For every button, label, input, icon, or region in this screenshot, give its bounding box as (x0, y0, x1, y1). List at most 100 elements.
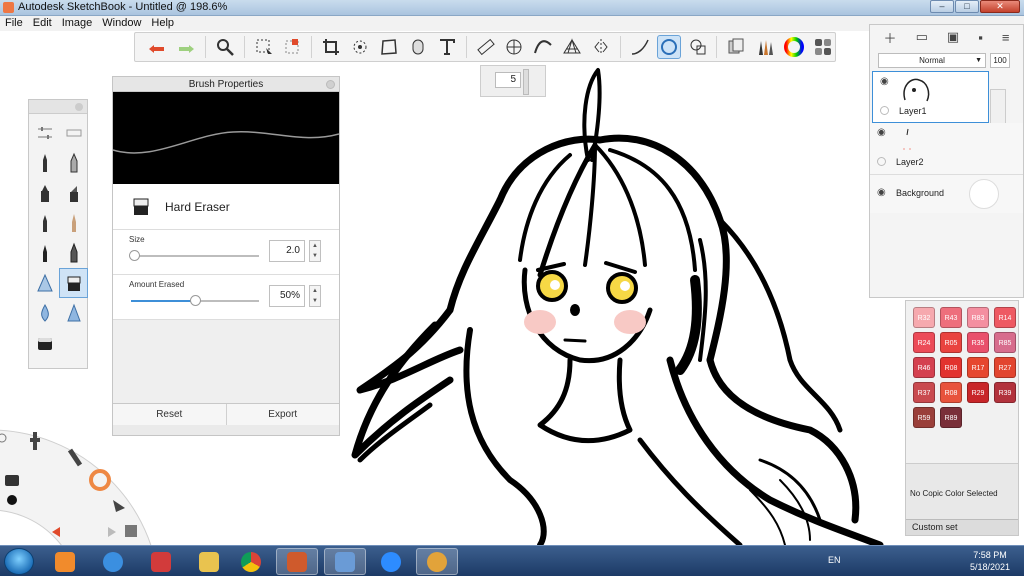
eye-icon[interactable]: ◉ (880, 76, 889, 87)
background-color-swatch[interactable] (969, 179, 999, 209)
shape-icon[interactable] (686, 35, 710, 59)
copic-swatch[interactable]: R37 (913, 382, 935, 403)
export-button[interactable]: Export (226, 404, 339, 426)
chrome-button[interactable] (230, 548, 272, 575)
undo-icon[interactable] (145, 35, 169, 59)
add-image-icon[interactable]: ▣ (947, 29, 959, 45)
block-eraser-icon[interactable] (30, 328, 59, 358)
paint-app-button[interactable] (416, 548, 458, 575)
perspective-icon[interactable] (560, 35, 584, 59)
copic-swatch[interactable]: R05 (940, 332, 962, 353)
symmetry-icon[interactable] (589, 35, 613, 59)
brush-settings-icon[interactable] (30, 118, 59, 148)
menu-edit[interactable]: Edit (33, 16, 52, 31)
copic-swatch[interactable]: R46 (913, 357, 935, 378)
brush-properties-header[interactable]: Brush Properties (113, 77, 339, 92)
copic-swatch[interactable]: R14 (994, 307, 1016, 328)
crop-icon[interactable] (319, 35, 343, 59)
redo-icon[interactable] (174, 35, 198, 59)
start-button[interactable] (4, 548, 34, 575)
zoom-icon[interactable] (213, 35, 237, 59)
lasso-icon[interactable] (280, 35, 304, 59)
fill-icon[interactable] (406, 35, 430, 59)
palette-close-icon[interactable] (75, 103, 83, 111)
chisel-marker-icon[interactable] (59, 178, 88, 208)
layer-item[interactable]: ◉ Layer2 (870, 123, 1023, 175)
clock[interactable]: 7:58 PM 5/18/2021 (970, 549, 1010, 573)
select-icon[interactable] (252, 35, 276, 59)
copic-swatch[interactable]: R35 (967, 332, 989, 353)
zoom-app-button[interactable] (370, 548, 412, 575)
fill-layer-icon[interactable]: ▪ (978, 30, 983, 45)
copic-swatch[interactable]: R83 (967, 307, 989, 328)
layer-lock-icon[interactable] (880, 106, 889, 115)
size-stepper[interactable]: ▲ ▼ (309, 240, 321, 262)
marker-brush-icon[interactable] (30, 178, 59, 208)
color-wheel-icon[interactable] (782, 35, 806, 59)
window-switch-button[interactable] (324, 548, 366, 575)
sketchbook-taskbar-button[interactable] (276, 548, 318, 575)
fountain-pen-icon[interactable] (59, 238, 88, 268)
amount-stepper[interactable]: ▲ ▼ (309, 285, 321, 307)
brushes-icon[interactable] (753, 35, 777, 59)
copic-swatch[interactable]: R32 (913, 307, 935, 328)
copic-swatch[interactable]: R59 (913, 407, 935, 428)
menu-help[interactable]: Help (151, 16, 174, 31)
copic-swatch[interactable]: R43 (940, 307, 962, 328)
internet-explorer-button[interactable] (92, 548, 134, 575)
copic-swatch[interactable]: R27 (994, 357, 1016, 378)
copic-swatch[interactable]: R17 (967, 357, 989, 378)
inking-pen-icon[interactable] (30, 208, 59, 238)
amount-erased-value-field[interactable]: 50% (269, 285, 305, 307)
size-slider-thumb[interactable] (128, 250, 140, 261)
fine-pen-icon[interactable] (30, 238, 59, 268)
copic-swatch[interactable]: R89 (940, 407, 962, 428)
copy-icon[interactable] (125, 525, 137, 537)
copic-swatch[interactable]: R08 (940, 357, 962, 378)
close-button[interactable]: ✕ (980, 0, 1020, 13)
soft-eraser-icon[interactable] (30, 268, 59, 298)
ruler-icon[interactable] (474, 35, 498, 59)
palettes-icon[interactable] (811, 35, 835, 59)
curve-icon[interactable] (531, 35, 555, 59)
file-explorer-button[interactable] (188, 548, 230, 575)
menu-image[interactable]: Image (62, 16, 93, 31)
copic-swatch[interactable]: R85 (994, 332, 1016, 353)
layer-menu-icon[interactable]: ≡ (1002, 30, 1010, 45)
layer-item[interactable]: ◉ Layer1 (872, 71, 989, 123)
amount-slider-thumb[interactable] (190, 295, 201, 306)
menu-file[interactable]: File (5, 16, 23, 31)
maximize-button[interactable]: □ (955, 0, 979, 13)
add-group-icon[interactable]: ▭ (916, 29, 928, 45)
blender-icon[interactable] (30, 298, 59, 328)
eraser-dot-icon[interactable] (7, 495, 17, 505)
copic-swatch[interactable]: R24 (913, 332, 935, 353)
add-layer-icon[interactable]: ＋ (884, 28, 897, 47)
smear-icon[interactable] (59, 298, 88, 328)
paintbrush-icon[interactable] (59, 208, 88, 238)
background-layer[interactable]: ◉ Background (870, 175, 1023, 213)
media-player-button[interactable] (44, 548, 86, 575)
layer-lock-icon[interactable] (877, 157, 886, 166)
ellipse-icon[interactable] (502, 35, 526, 59)
panel-close-icon[interactable] (326, 80, 335, 89)
copic-swatch[interactable]: R08 (940, 382, 962, 403)
drawing-canvas[interactable] (340, 60, 910, 545)
copic-swatch[interactable]: R29 (967, 382, 989, 403)
amount-erased-slider[interactable] (131, 295, 259, 306)
pencil-brush-icon[interactable] (30, 148, 59, 178)
ballpoint-brush-icon[interactable] (59, 148, 88, 178)
snipping-tool-button[interactable] (140, 548, 182, 575)
brush-palette-header[interactable] (29, 100, 87, 114)
predictive-icon[interactable] (656, 35, 681, 59)
size-value-field[interactable]: 2.0 (269, 240, 305, 262)
text-icon[interactable] (435, 35, 459, 59)
copy-icon[interactable] (724, 35, 748, 59)
stroke-icon[interactable] (628, 35, 652, 59)
custom-set-label[interactable]: Custom set (906, 519, 1018, 535)
hard-eraser-icon[interactable] (59, 268, 88, 298)
language-indicator[interactable]: EN (828, 555, 841, 565)
distort-icon[interactable] (377, 35, 401, 59)
eye-icon[interactable]: ◉ (877, 187, 886, 198)
copic-swatch[interactable]: R39 (994, 382, 1016, 403)
